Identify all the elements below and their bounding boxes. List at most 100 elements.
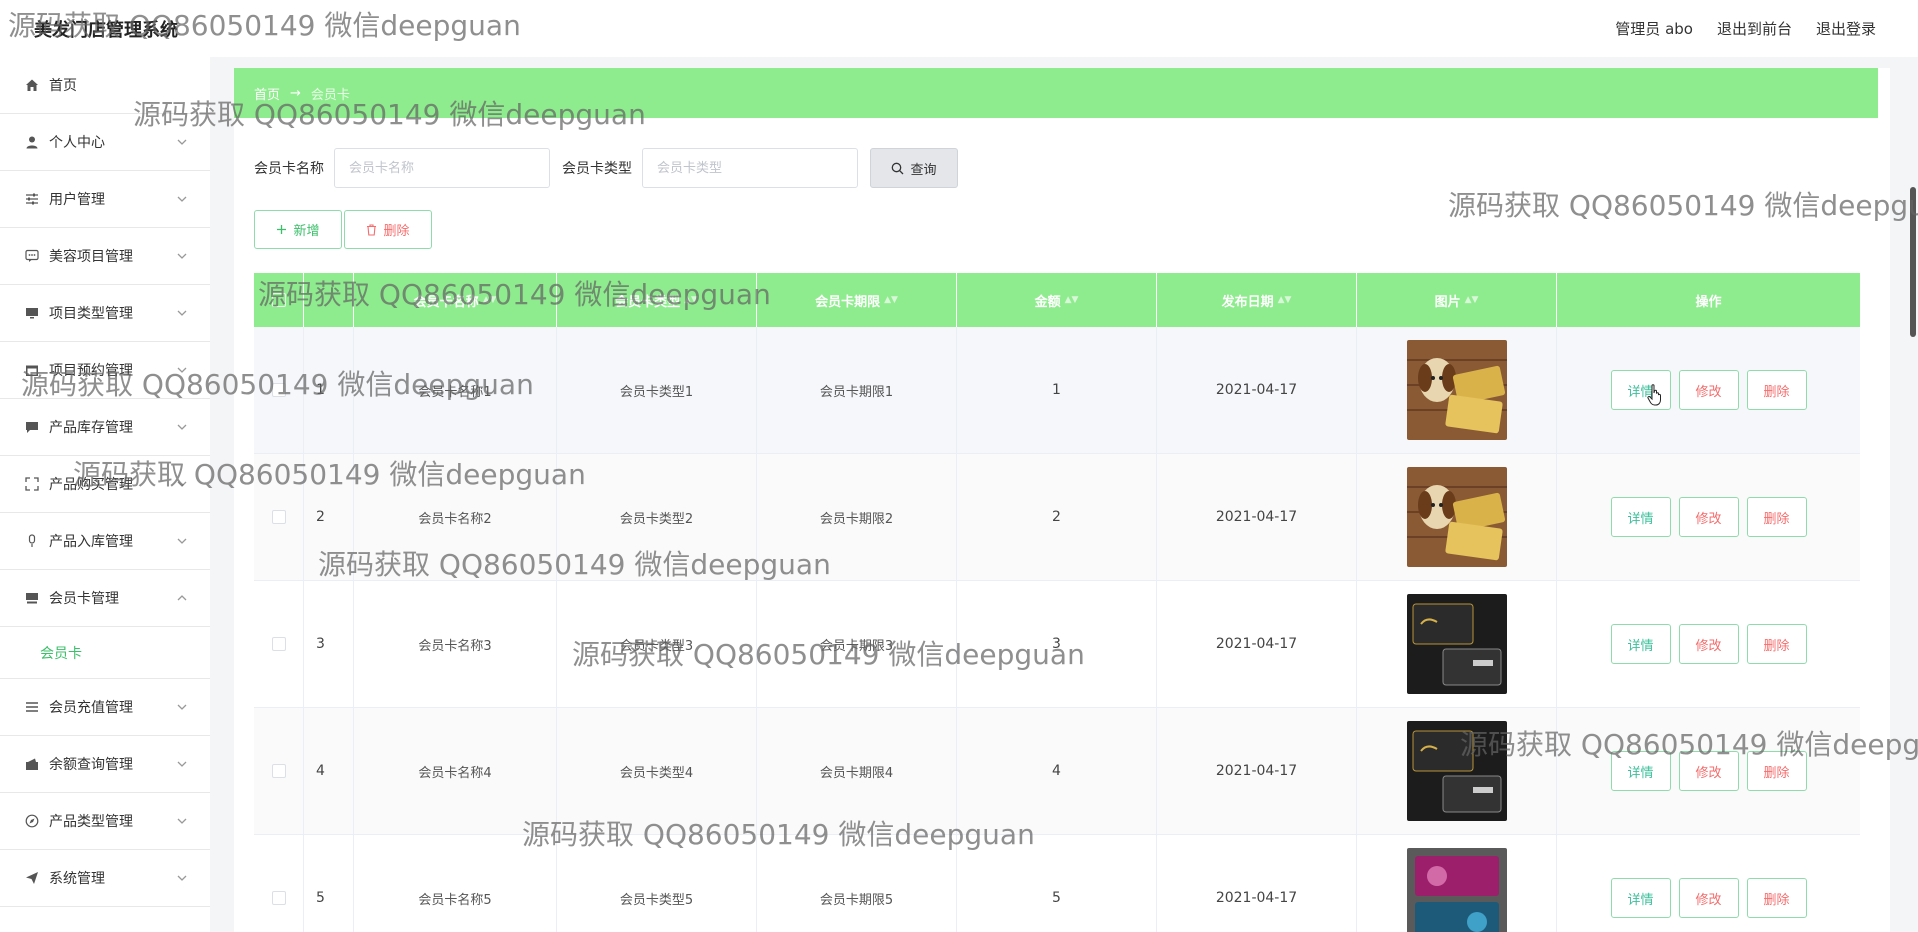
page-scrollbar[interactable] bbox=[1906, 177, 1918, 347]
delete-button[interactable]: 删除 bbox=[1746, 878, 1807, 918]
sidebar-item-balance-query[interactable]: 余额查询管理 bbox=[0, 736, 210, 793]
card-thumbnail-image[interactable] bbox=[1406, 467, 1507, 567]
sort-icon: ▲▼ bbox=[1064, 295, 1079, 305]
delete-button[interactable]: 删除 bbox=[1746, 497, 1807, 537]
card-thumbnail-image[interactable] bbox=[1406, 848, 1507, 932]
row-checkbox[interactable] bbox=[271, 510, 286, 524]
edit-button[interactable]: 修改 bbox=[1678, 751, 1739, 791]
card-thumbnail-image[interactable] bbox=[1406, 721, 1507, 821]
admin-user-link[interactable]: 管理员 abo bbox=[1615, 18, 1693, 39]
sidebar-item-product-purchase[interactable]: 产品购买管理 bbox=[0, 456, 210, 513]
sidebar-item-project-types[interactable]: 项目类型管理 bbox=[0, 285, 210, 342]
row-checkbox-cell bbox=[254, 454, 304, 580]
chevron-up-icon bbox=[177, 595, 187, 601]
edit-button[interactable]: 修改 bbox=[1678, 497, 1739, 537]
row-actions: 详情 修改 删除 bbox=[1610, 497, 1807, 537]
card-type-input[interactable] bbox=[642, 148, 858, 188]
row-index: 5 bbox=[304, 835, 354, 932]
header-amount[interactable]: 金额 ▲▼ bbox=[957, 273, 1157, 327]
row-checkbox[interactable] bbox=[271, 891, 286, 905]
chevron-down-icon bbox=[177, 424, 187, 430]
row-checkbox[interactable] bbox=[271, 764, 286, 778]
batch-delete-button[interactable]: 删除 bbox=[344, 210, 432, 249]
top-bar: 美发门店管理系统 管理员 abo 退出到前台 退出登录 bbox=[0, 0, 1918, 57]
header-label: 会员卡类型 bbox=[615, 294, 681, 310]
breadcrumb-current: 会员卡 bbox=[310, 87, 350, 103]
header-image[interactable]: 图片 ▲▼ bbox=[1357, 273, 1557, 327]
member-card-table: 会员卡名称 ▲▼ 会员卡类型 ▲▼ 会员卡期限 ▲▼ 金额 ▲▼ 发布日期 ▲▼ 图片 ▲▼… bbox=[254, 273, 1860, 932]
sidebar-item-product-stock[interactable]: 产品库存管理 bbox=[0, 399, 210, 456]
card-thumbnail-image[interactable] bbox=[1406, 340, 1507, 440]
sidebar-item-member-recharge[interactable]: 会员充值管理 bbox=[0, 679, 210, 736]
edit-button[interactable]: 修改 bbox=[1678, 878, 1739, 918]
cell-image bbox=[1357, 327, 1557, 453]
sidebar-item-system[interactable]: 系统管理 bbox=[0, 850, 210, 907]
table-row: 2 会员卡名称2 会员卡类型2 会员卡期限2 2 2021-04-17 详情 修… bbox=[254, 454, 1860, 581]
delete-button[interactable]: 删除 bbox=[1746, 370, 1807, 410]
row-index: 3 bbox=[304, 581, 354, 707]
header-card-term[interactable]: 会员卡期限 ▲▼ bbox=[757, 273, 957, 327]
query-button[interactable]: 查询 bbox=[870, 148, 958, 188]
header-card-name[interactable]: 会员卡名称 ▲▼ bbox=[354, 273, 557, 327]
detail-button[interactable]: 详情 bbox=[1610, 497, 1671, 537]
sidebar-subitem-label: 会员卡 bbox=[40, 645, 82, 662]
card-name-label: 会员卡名称 bbox=[254, 161, 324, 177]
row-index: 4 bbox=[304, 708, 354, 834]
delete-button[interactable]: 删除 bbox=[1746, 751, 1807, 791]
sidebar-item-product-types[interactable]: 产品类型管理 bbox=[0, 793, 210, 850]
row-checkbox[interactable] bbox=[271, 637, 286, 651]
row-checkbox[interactable] bbox=[271, 383, 286, 397]
chevron-down-icon bbox=[177, 139, 187, 145]
sort-icon: ▲▼ bbox=[1277, 295, 1292, 305]
header-publish-date[interactable]: 发布日期 ▲▼ bbox=[1157, 273, 1357, 327]
header-card-type[interactable]: 会员卡类型 ▲▼ bbox=[557, 273, 757, 327]
cell-publish-date: 2021-04-17 bbox=[1157, 835, 1357, 932]
add-button[interactable]: 新增 bbox=[254, 210, 342, 249]
cell-image bbox=[1357, 835, 1557, 932]
cell-card-type: 会员卡类型3 bbox=[557, 581, 757, 707]
scrollbar-thumb[interactable] bbox=[1910, 187, 1916, 337]
edit-button[interactable]: 修改 bbox=[1678, 624, 1739, 664]
breadcrumb-separator: → bbox=[290, 85, 301, 101]
cell-operations: 详情 修改 删除 bbox=[1557, 581, 1860, 707]
sidebar-item-profile[interactable]: 个人中心 bbox=[0, 114, 210, 171]
detail-button[interactable]: 详情 bbox=[1610, 878, 1671, 918]
sidebar-item-label: 系统管理 bbox=[49, 871, 105, 887]
delete-button-label: 删除 bbox=[383, 224, 410, 239]
action-toolbar: 新增 删除 bbox=[254, 210, 432, 249]
sidebar-item-beauty-projects[interactable]: 美容项目管理 bbox=[0, 228, 210, 285]
row-checkbox-cell bbox=[254, 835, 304, 932]
cell-image bbox=[1357, 454, 1557, 580]
sidebar-item-label: 会员卡管理 bbox=[49, 591, 119, 607]
sidebar-subitem-member-card[interactable]: 会员卡 bbox=[0, 627, 210, 679]
cell-publish-date: 2021-04-17 bbox=[1157, 581, 1357, 707]
cell-card-name: 会员卡名称5 bbox=[354, 835, 557, 932]
cell-card-term: 会员卡期限5 bbox=[757, 835, 957, 932]
select-all-checkbox[interactable] bbox=[271, 293, 286, 307]
sidebar-item-users[interactable]: 用户管理 bbox=[0, 171, 210, 228]
sidebar-item-member-cards[interactable]: 会员卡管理 bbox=[0, 570, 210, 627]
sidebar-item-home[interactable]: 首页 bbox=[0, 57, 210, 114]
edit-button[interactable]: 修改 bbox=[1678, 370, 1739, 410]
table-row: 1 会员卡名称1 会员卡类型1 会员卡期限1 1 2021-04-17 详情 修… bbox=[254, 327, 1860, 454]
sidebar: 首页 个人中心 用户管理 美容项目管理 项目类型管理 项目预约管理 产品库存管理… bbox=[0, 57, 210, 932]
plus-icon bbox=[277, 225, 287, 234]
compass-icon bbox=[24, 813, 40, 829]
cell-amount: 2 bbox=[957, 454, 1157, 580]
delete-button[interactable]: 删除 bbox=[1746, 624, 1807, 664]
card-type-label: 会员卡类型 bbox=[562, 161, 632, 177]
breadcrumb-home[interactable]: 首页 bbox=[254, 84, 280, 103]
detail-button[interactable]: 详情 bbox=[1610, 751, 1671, 791]
card-name-input[interactable] bbox=[334, 148, 550, 188]
logout-link[interactable]: 退出登录 bbox=[1816, 18, 1876, 39]
table-header: 会员卡名称 ▲▼ 会员卡类型 ▲▼ 会员卡期限 ▲▼ 金额 ▲▼ 发布日期 ▲▼ 图片 ▲▼… bbox=[254, 273, 1860, 327]
detail-button[interactable]: 详情 bbox=[1610, 624, 1671, 664]
sidebar-item-product-inbound[interactable]: 产品入库管理 bbox=[0, 513, 210, 570]
hand-cursor-icon bbox=[1647, 384, 1661, 406]
card-thumbnail-image[interactable] bbox=[1406, 594, 1507, 694]
table-row: 4 会员卡名称4 会员卡类型4 会员卡期限4 4 2021-04-17 详情 修… bbox=[254, 708, 1860, 835]
cell-image bbox=[1357, 708, 1557, 834]
card-icon bbox=[24, 590, 40, 606]
front-link[interactable]: 退出到前台 bbox=[1717, 18, 1792, 39]
sidebar-item-project-booking[interactable]: 项目预约管理 bbox=[0, 342, 210, 399]
